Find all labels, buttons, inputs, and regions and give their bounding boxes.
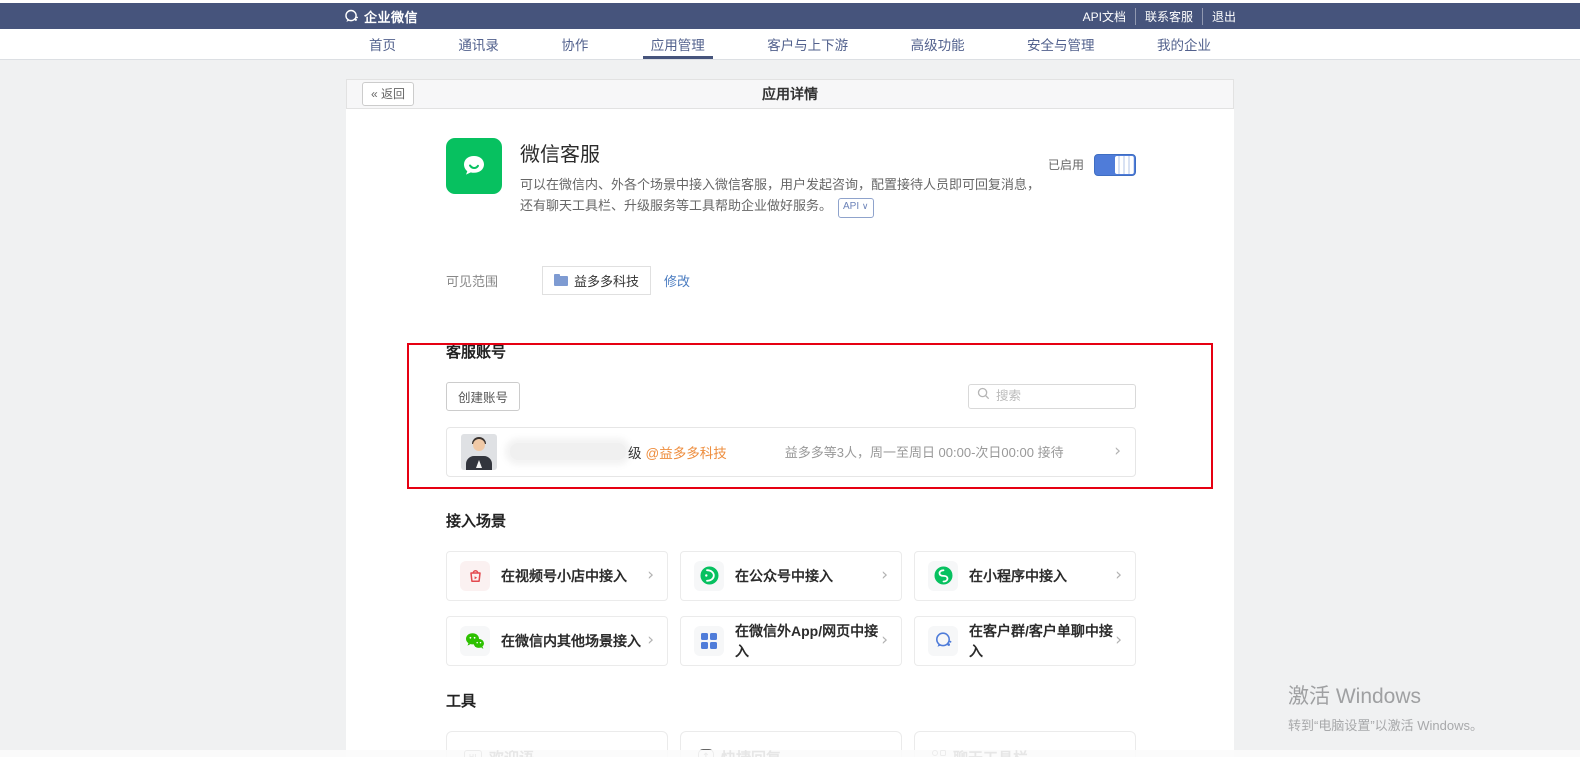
panel-header: « 返回 应用详情 [346, 79, 1234, 109]
wecom-logo: 企业微信 [344, 7, 418, 26]
api-docs-link[interactable]: API文档 [1074, 8, 1135, 25]
tab-my-company[interactable]: 我的企业 [1153, 29, 1215, 59]
tab-advanced[interactable]: 高级功能 [907, 29, 969, 59]
topbar-links: API文档 联系客服 退出 [1074, 8, 1236, 25]
access-section-title: 接入场景 [446, 510, 1136, 531]
access-card-external-app[interactable]: 在微信外App/网页中接入 › [680, 616, 902, 666]
account-avatar [461, 434, 497, 470]
tab-contacts[interactable]: 通讯录 [454, 29, 503, 59]
chevron-right-icon: › [1114, 443, 1121, 460]
page: 企业微信 API文档 联系客服 退出 首页 通讯录 协作 应用管理 客户与上下游… [0, 0, 1580, 757]
account-mention: @益多多科技 [646, 442, 727, 462]
account-row[interactable]: 级 @益多多科技 益多多等3人，周一至周日 00:00-次日00:00 接待 › [446, 427, 1136, 477]
account-schedule-info: 益多多等3人，周一至周日 00:00-次日00:00 接待 [785, 442, 1064, 461]
account-name: 级 @益多多科技 [510, 442, 727, 462]
app-description: 可以在微信内、外各个场景中接入微信客服，用户发起咨询，配置接待人员即可回复消息，… [520, 174, 1048, 218]
visible-range-chip: 益多多科技 [542, 266, 651, 295]
caret-down-icon: ∨ [862, 201, 869, 211]
account-search-input[interactable] [996, 389, 1127, 403]
chevron-right-icon: › [647, 632, 654, 649]
visible-range-label: 可见范围 [446, 271, 542, 290]
edit-range-link[interactable]: 修改 [664, 271, 690, 290]
chevron-right-icon: › [647, 567, 654, 584]
bottom-edge-strip [0, 750, 1580, 757]
app-grid-icon [694, 626, 724, 656]
wechat-icon [460, 626, 490, 656]
access-cards-grid: 在视频号小店中接入 › 在公众号中接入 › 在小 [446, 551, 1136, 666]
wecom-bubble-icon [344, 9, 359, 24]
folder-icon [554, 276, 568, 286]
account-search-box[interactable] [968, 384, 1136, 409]
tab-app-management[interactable]: 应用管理 [647, 29, 709, 59]
app-enabled-toggle[interactable] [1094, 154, 1136, 176]
watermark-line2: 转到“电脑设置”以激活 Windows。 [1288, 715, 1483, 734]
visible-range-row: 可见范围 益多多科技 修改 [446, 266, 1136, 295]
chevron-right-icon: › [1115, 567, 1122, 584]
app-name: 微信客服 [520, 138, 1048, 167]
access-card-customer-chat[interactable]: 在客户群/客户单聊中接入 › [914, 616, 1136, 666]
topbar: 企业微信 API文档 联系客服 退出 [0, 3, 1580, 29]
tab-home[interactable]: 首页 [365, 29, 400, 59]
visible-range-scope: 益多多科技 [574, 271, 639, 290]
contact-support-link[interactable]: 联系客服 [1135, 8, 1202, 25]
access-card-miniprogram[interactable]: 在小程序中接入 › [914, 551, 1136, 601]
access-card-wechat-other[interactable]: 在微信内其他场景接入 › [446, 616, 668, 666]
enabled-status-label: 已启用 [1048, 154, 1084, 176]
access-card-channels-shop[interactable]: 在视频号小店中接入 › [446, 551, 668, 601]
miniprogram-icon [928, 561, 958, 591]
brand-text: 企业微信 [364, 7, 418, 26]
main-nav: 首页 通讯录 协作 应用管理 客户与上下游 高级功能 安全与管理 我的企业 [0, 29, 1580, 60]
page-title: 应用详情 [347, 84, 1233, 104]
windows-activation-watermark: 激活 Windows 转到“电脑设置”以激活 Windows。 [1288, 680, 1483, 734]
official-account-icon [694, 561, 724, 591]
toggle-knob [1115, 156, 1134, 174]
wecom-chat-icon [928, 626, 958, 656]
chevron-right-icon: › [881, 567, 888, 584]
tab-customers[interactable]: 客户与上下游 [763, 29, 852, 59]
logout-link[interactable]: 退出 [1202, 8, 1236, 25]
wechat-kf-app-icon [446, 138, 502, 194]
create-account-button[interactable]: 创建账号 [446, 382, 520, 411]
tools-section-title: 工具 [446, 690, 1136, 711]
tab-security[interactable]: 安全与管理 [1023, 29, 1099, 59]
content-area: « 返回 应用详情 微信客服 可以在微信内、外各个场景中接入微信客服，用户发起咨… [0, 60, 1580, 757]
app-header: 微信客服 可以在微信内、外各个场景中接入微信客服，用户发起咨询，配置接待人员即可… [446, 138, 1136, 218]
chevron-right-icon: › [1115, 632, 1122, 649]
redacted-name-blur [510, 443, 626, 460]
account-name-tail: 级 [628, 442, 642, 462]
app-detail-panel: « 返回 应用详情 微信客服 可以在微信内、外各个场景中接入微信客服，用户发起咨… [346, 79, 1234, 757]
tab-collaboration[interactable]: 协作 [557, 29, 592, 59]
accounts-section-title: 客服账号 [446, 341, 1136, 362]
search-icon [977, 387, 990, 405]
chevron-right-icon: › [881, 632, 888, 649]
channels-shop-icon [460, 561, 490, 591]
access-card-official-account[interactable]: 在公众号中接入 › [680, 551, 902, 601]
watermark-line1: 激活 Windows [1288, 680, 1483, 710]
api-dropdown-tag[interactable]: API ∨ [838, 198, 874, 218]
accounts-controls: 创建账号 [446, 382, 1136, 411]
